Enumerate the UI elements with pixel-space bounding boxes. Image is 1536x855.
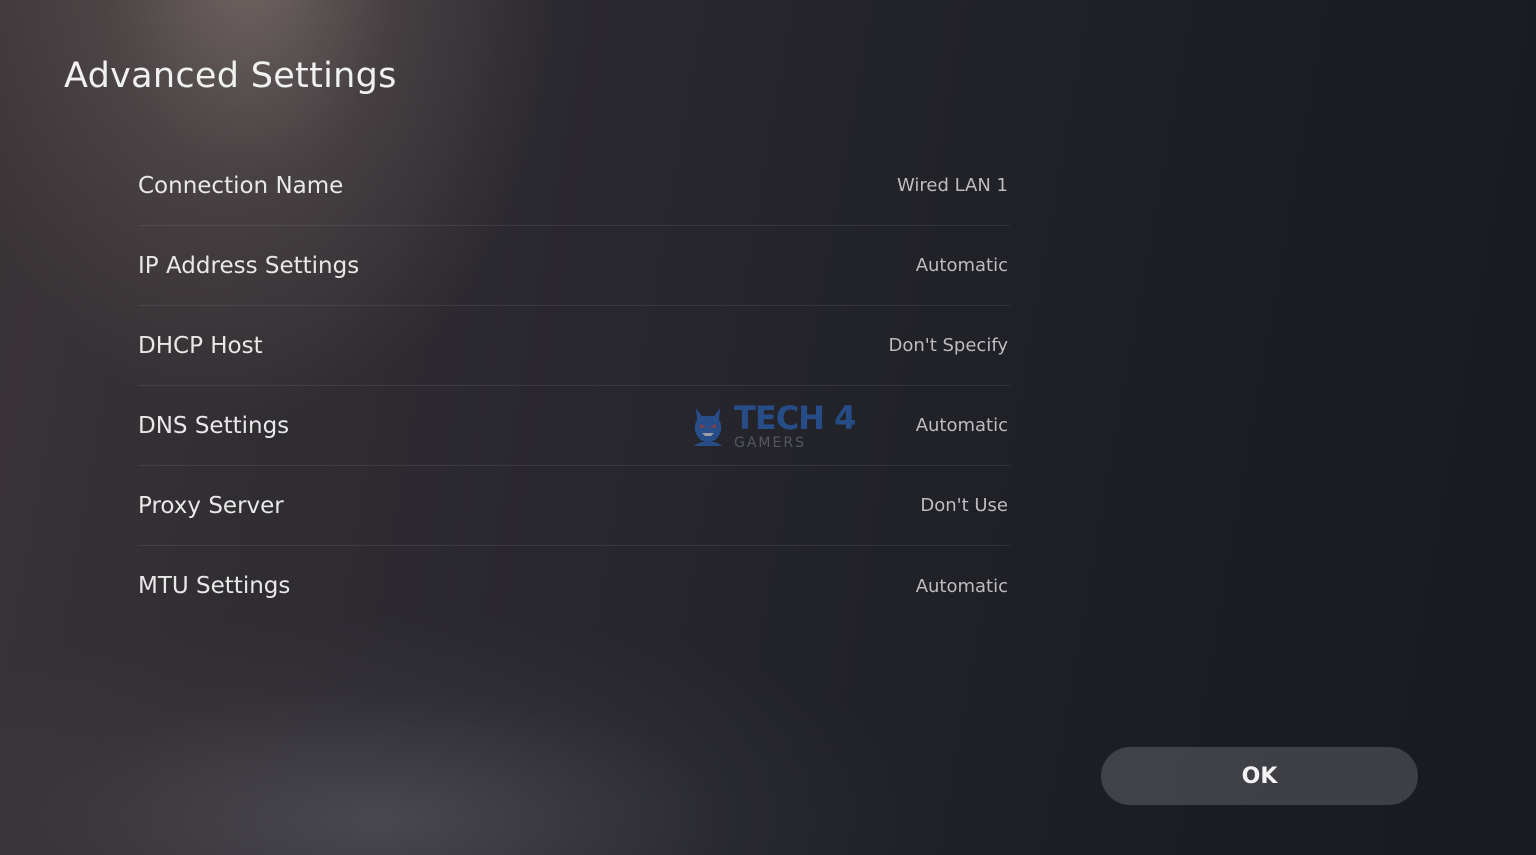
row-label: DNS Settings: [138, 412, 290, 439]
settings-row-mtu[interactable]: MTU Settings Automatic: [138, 546, 1010, 626]
settings-row-ip-address[interactable]: IP Address Settings Automatic: [138, 226, 1010, 306]
settings-list: Connection Name Wired LAN 1 IP Address S…: [138, 146, 1010, 626]
settings-row-dhcp-host[interactable]: DHCP Host Don't Specify: [138, 306, 1010, 386]
page-title: Advanced Settings: [64, 56, 397, 96]
row-value: Automatic: [915, 415, 1008, 436]
row-value: Automatic: [915, 255, 1008, 276]
row-label: DHCP Host: [138, 332, 263, 359]
row-label: Connection Name: [138, 172, 344, 199]
row-label: MTU Settings: [138, 573, 291, 599]
row-value: Automatic: [915, 575, 1008, 597]
row-value: Wired LAN 1: [896, 175, 1008, 196]
row-value: Don't Specify: [888, 335, 1008, 356]
row-value: Don't Use: [920, 495, 1008, 516]
row-label: IP Address Settings: [138, 252, 360, 279]
settings-row-proxy-server[interactable]: Proxy Server Don't Use: [138, 466, 1010, 546]
settings-row-dns[interactable]: DNS Settings Automatic: [138, 386, 1010, 466]
row-label: Proxy Server: [138, 492, 284, 519]
ok-button[interactable]: OK: [1101, 747, 1418, 805]
settings-row-connection-name[interactable]: Connection Name Wired LAN 1: [138, 146, 1010, 226]
